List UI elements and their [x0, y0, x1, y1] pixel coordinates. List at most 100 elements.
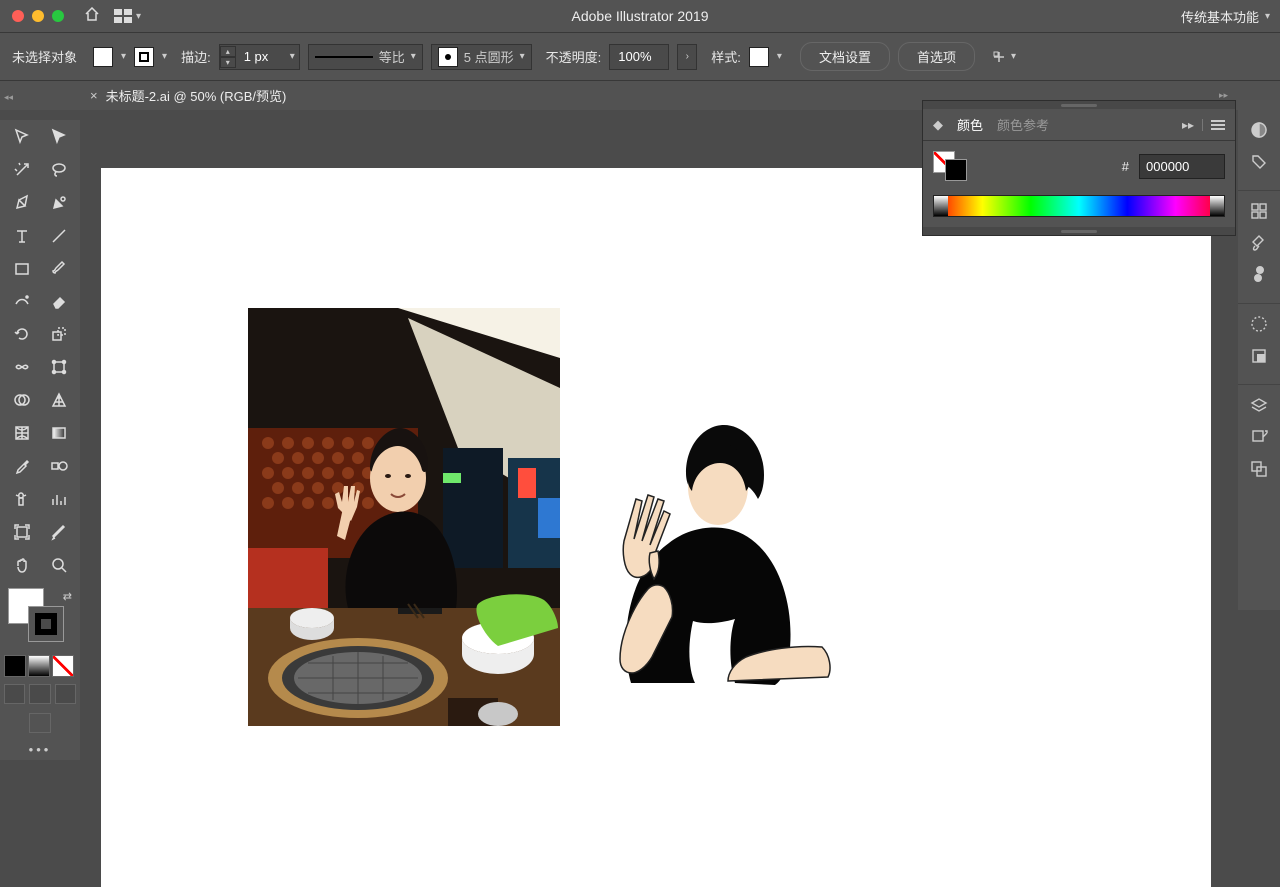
free-transform-tool[interactable] — [41, 352, 76, 382]
panel-fill-stroke[interactable] — [933, 151, 977, 181]
stroke-swatch[interactable] — [134, 47, 154, 67]
eyedropper-tool[interactable] — [4, 451, 39, 481]
color-mode-gradient[interactable] — [28, 655, 50, 677]
panel-grip-bottom[interactable] — [923, 227, 1235, 235]
layers-panel-icon[interactable] — [1247, 393, 1271, 417]
document-setup-button[interactable]: 文档设置 — [800, 42, 890, 71]
chevron-down-icon[interactable]: ▾ — [121, 51, 126, 62]
color-panel: ◆ 颜色 颜色参考 ▸▸ # — [922, 100, 1236, 236]
screen-mode-button[interactable] — [29, 713, 51, 733]
document-tab[interactable]: × 未标题-2.ai @ 50% (RGB/预览) — [90, 86, 286, 105]
preferences-button[interactable]: 首选项 — [898, 42, 975, 71]
close-tab-icon[interactable]: × — [90, 88, 98, 103]
collapse-panel-icon[interactable]: ▸▸ — [1182, 118, 1194, 132]
artboard[interactable] — [101, 168, 1211, 887]
lasso-tool[interactable] — [41, 155, 76, 185]
tools-panel: ⇄ ••• — [0, 120, 80, 760]
panel-stroke-box[interactable] — [945, 159, 967, 181]
opacity-dropdown-button[interactable]: › — [677, 44, 697, 70]
fill-stroke-controls[interactable]: ⇄ — [4, 588, 76, 642]
style-swatch[interactable] — [749, 47, 769, 67]
rectangle-tool[interactable] — [4, 254, 39, 284]
solid-line-icon — [315, 56, 373, 58]
stroke-color-box[interactable] — [28, 606, 64, 642]
curvature-tool[interactable] — [41, 188, 76, 218]
opacity-input[interactable]: 100% — [609, 44, 669, 70]
swap-fill-stroke-icon[interactable]: ⇄ — [63, 590, 72, 603]
stroke-dash-dropdown[interactable]: 等比 ▾ — [308, 44, 423, 70]
collapse-left-icon[interactable]: ◂◂ — [4, 92, 13, 103]
direct-selection-tool[interactable] — [41, 122, 76, 152]
hand-tool[interactable] — [4, 550, 39, 580]
slice-tool[interactable] — [41, 517, 76, 547]
swatches-panel-icon[interactable] — [1247, 150, 1271, 174]
right-panel-dock — [1238, 100, 1280, 610]
color-mode-row — [4, 655, 76, 678]
fill-swatch[interactable] — [93, 47, 113, 67]
line-tool[interactable] — [41, 221, 76, 251]
color-spectrum[interactable] — [933, 195, 1225, 217]
eraser-tool[interactable] — [41, 286, 76, 316]
color-panel-icon[interactable] — [1247, 118, 1271, 142]
asset-export-panel-icon[interactable] — [1247, 425, 1271, 449]
selection-tool[interactable] — [4, 122, 39, 152]
maximize-window-button[interactable] — [52, 10, 64, 22]
properties-panel-icon[interactable] — [1247, 199, 1271, 223]
brushes-panel-icon[interactable] — [1247, 231, 1271, 255]
symbols-panel-icon[interactable] — [1247, 263, 1271, 287]
edit-toolbar-button[interactable]: ••• — [4, 742, 76, 758]
gradient-tool[interactable] — [41, 418, 76, 448]
app-title: Adobe Illustrator 2019 — [572, 8, 709, 24]
draw-normal-button[interactable] — [4, 684, 25, 704]
perspective-grid-tool[interactable] — [41, 385, 76, 415]
mesh-tool[interactable] — [4, 418, 39, 448]
chevron-down-icon: ▾ — [1265, 11, 1270, 22]
color-panel-marker: ◆ — [933, 117, 943, 133]
transparency-panel-icon[interactable] — [1247, 344, 1271, 368]
width-tool[interactable] — [4, 352, 39, 382]
title-bar: ▾ Adobe Illustrator 2019 传统基本功能 ▾ — [0, 0, 1280, 32]
stroke-label: 描边: — [181, 47, 211, 66]
selection-status: 未选择对象 — [12, 47, 77, 66]
window-controls — [12, 10, 64, 22]
draw-inside-button[interactable] — [55, 684, 76, 704]
arrange-documents-button[interactable]: ▾ — [114, 9, 141, 23]
brush-profile-dropdown[interactable]: 5 点圆形 ▾ — [431, 44, 532, 70]
panel-grip[interactable] — [923, 101, 1235, 109]
chevron-down-icon[interactable]: ▾ — [162, 51, 167, 62]
zoom-tool[interactable] — [41, 550, 76, 580]
symbol-sprayer-tool[interactable] — [4, 484, 39, 514]
color-mode-none[interactable] — [52, 655, 74, 677]
minimize-window-button[interactable] — [32, 10, 44, 22]
placed-reference-image[interactable] — [248, 308, 560, 726]
hex-input[interactable] — [1139, 154, 1225, 179]
shaper-tool[interactable] — [4, 286, 39, 316]
type-tool[interactable] — [4, 221, 39, 251]
tab-color-guide[interactable]: 颜色参考 — [997, 115, 1049, 134]
panel-menu-icon[interactable] — [1211, 120, 1225, 130]
tab-color[interactable]: 颜色 — [957, 115, 983, 134]
chevron-down-icon[interactable]: ▾ — [777, 51, 782, 62]
chevron-down-icon: ▾ — [136, 11, 141, 22]
close-window-button[interactable] — [12, 10, 24, 22]
magic-wand-tool[interactable] — [4, 155, 39, 185]
artboards-panel-icon[interactable] — [1247, 457, 1271, 481]
artboard-tool[interactable] — [4, 517, 39, 547]
rotate-tool[interactable] — [4, 319, 39, 349]
blend-tool[interactable] — [41, 451, 76, 481]
more-options-button[interactable]: ▾ — [991, 49, 1016, 65]
dot-icon — [438, 47, 458, 67]
brush-tool[interactable] — [41, 254, 76, 284]
draw-behind-button[interactable] — [29, 684, 50, 704]
column-graph-tool[interactable] — [41, 484, 76, 514]
home-icon[interactable] — [84, 7, 100, 26]
stroke-width-stepper[interactable]: ▴▾ 1 px ▾ — [219, 44, 300, 70]
traced-vector-figure[interactable] — [576, 423, 844, 691]
workspace-switcher[interactable]: 传统基本功能 ▾ — [1181, 7, 1270, 26]
color-mode-solid[interactable] — [4, 655, 26, 677]
stroke-panel-icon[interactable] — [1247, 312, 1271, 336]
control-bar: 未选择对象 ▾ ▾ 描边: ▴▾ 1 px ▾ 等比 ▾ 5 点圆形 ▾ 不透明… — [0, 32, 1280, 80]
scale-tool[interactable] — [41, 319, 76, 349]
pen-tool[interactable] — [4, 188, 39, 218]
shape-builder-tool[interactable] — [4, 385, 39, 415]
